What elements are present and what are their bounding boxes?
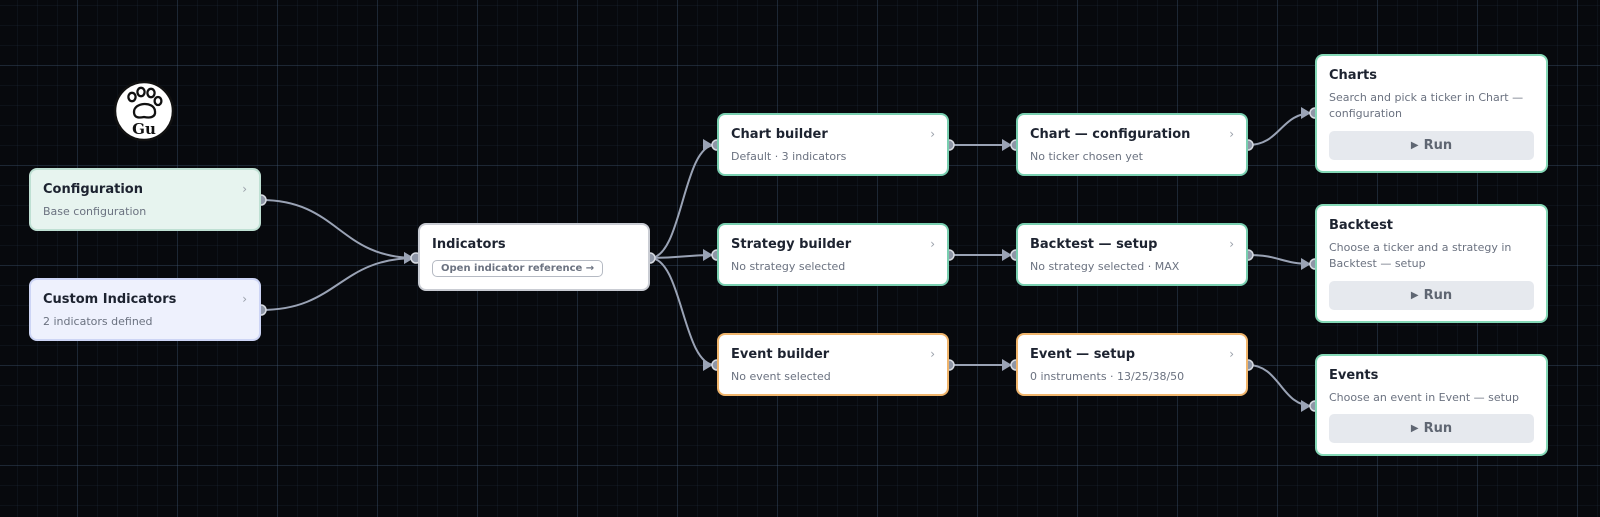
chevron-right-icon[interactable]: › bbox=[242, 292, 247, 306]
play-icon: ▶ bbox=[1410, 140, 1419, 151]
node-backtest-setup[interactable]: Backtest — setup No strategy selected · … bbox=[1016, 223, 1248, 286]
node-backtest[interactable]: Backtest Choose a ticker and a strategy … bbox=[1315, 204, 1548, 323]
node-configuration[interactable]: Configuration Base configuration › bbox=[29, 168, 261, 231]
node-title: Backtest bbox=[1329, 218, 1394, 233]
node-subtitle: Search and pick a ticker in Chart — conf… bbox=[1329, 91, 1524, 120]
edge-event-setup-events bbox=[1247, 364, 1314, 407]
chevron-right-icon[interactable]: › bbox=[930, 127, 935, 141]
paw-logo-icon: Gu bbox=[113, 80, 175, 142]
node-custom-indicators[interactable]: Custom Indicators 2 indicators defined › bbox=[29, 278, 261, 341]
node-charts[interactable]: Charts Search and pick a ticker in Chart… bbox=[1315, 54, 1548, 173]
node-title: Chart builder bbox=[731, 127, 828, 142]
run-label: Run bbox=[1423, 421, 1453, 436]
logo-text: Gu bbox=[132, 120, 156, 138]
edge-configuration bbox=[260, 199, 417, 259]
chevron-right-icon[interactable]: › bbox=[1229, 237, 1234, 251]
node-events[interactable]: Events Choose an event in Event — setup … bbox=[1315, 354, 1548, 456]
node-chart-builder[interactable]: Chart builder Default · 3 indicators › bbox=[717, 113, 949, 176]
node-title: Strategy builder bbox=[731, 237, 852, 252]
node-event-builder[interactable]: Event builder No event selected › bbox=[717, 333, 949, 396]
node-subtitle: 0 instruments · 13/25/38/50 bbox=[1030, 370, 1185, 383]
play-icon: ▶ bbox=[1410, 290, 1419, 301]
node-chart-configuration[interactable]: Chart — configuration No ticker chosen y… bbox=[1016, 113, 1248, 176]
node-subtitle: Choose an event in Event — setup bbox=[1329, 391, 1519, 404]
node-subtitle: Choose a ticker and a strategy in Backte… bbox=[1329, 241, 1512, 270]
node-title: Configuration bbox=[43, 182, 143, 197]
node-title: Backtest — setup bbox=[1030, 237, 1158, 252]
node-strategy-builder[interactable]: Strategy builder No strategy selected › bbox=[717, 223, 949, 286]
node-title: Events bbox=[1329, 368, 1379, 383]
run-button[interactable]: ▶ Run bbox=[1329, 131, 1534, 160]
node-subtitle: No ticker chosen yet bbox=[1030, 150, 1143, 163]
chevron-right-icon[interactable]: › bbox=[242, 182, 247, 196]
node-subtitle: Base configuration bbox=[43, 205, 147, 218]
node-title: Charts bbox=[1329, 68, 1377, 83]
node-subtitle: Default · 3 indicators bbox=[731, 150, 847, 163]
run-button[interactable]: ▶ Run bbox=[1329, 414, 1534, 443]
node-title: Event builder bbox=[731, 347, 830, 362]
run-label: Run bbox=[1423, 138, 1453, 153]
node-title: Event — setup bbox=[1030, 347, 1136, 362]
node-subtitle: No strategy selected · MAX bbox=[1030, 260, 1180, 273]
edge-indicators-event-builder bbox=[649, 257, 716, 366]
node-subtitle: No event selected bbox=[731, 370, 831, 383]
node-title: Indicators bbox=[432, 237, 506, 252]
play-icon: ▶ bbox=[1410, 423, 1419, 434]
edge-custom-indicators bbox=[260, 257, 417, 311]
node-subtitle: 2 indicators defined bbox=[43, 315, 153, 328]
node-title: Chart — configuration bbox=[1030, 127, 1191, 142]
edge-indicators-chart-builder bbox=[649, 144, 716, 259]
chevron-right-icon[interactable]: › bbox=[1229, 347, 1234, 361]
run-label: Run bbox=[1423, 288, 1453, 303]
edge-chart-configuration-charts bbox=[1247, 112, 1314, 146]
chevron-right-icon[interactable]: › bbox=[930, 237, 935, 251]
chevron-right-icon[interactable]: › bbox=[1229, 127, 1234, 141]
chevron-right-icon[interactable]: › bbox=[930, 347, 935, 361]
node-subtitle: No strategy selected bbox=[731, 260, 846, 273]
node-indicators[interactable]: Indicators Open indicator reference → bbox=[418, 223, 650, 291]
node-event-setup[interactable]: Event — setup 0 instruments · 13/25/38/5… bbox=[1016, 333, 1248, 396]
open-indicator-reference-button[interactable]: Open indicator reference → bbox=[432, 260, 604, 277]
node-title: Custom Indicators bbox=[43, 292, 177, 307]
run-button[interactable]: ▶ Run bbox=[1329, 281, 1534, 310]
